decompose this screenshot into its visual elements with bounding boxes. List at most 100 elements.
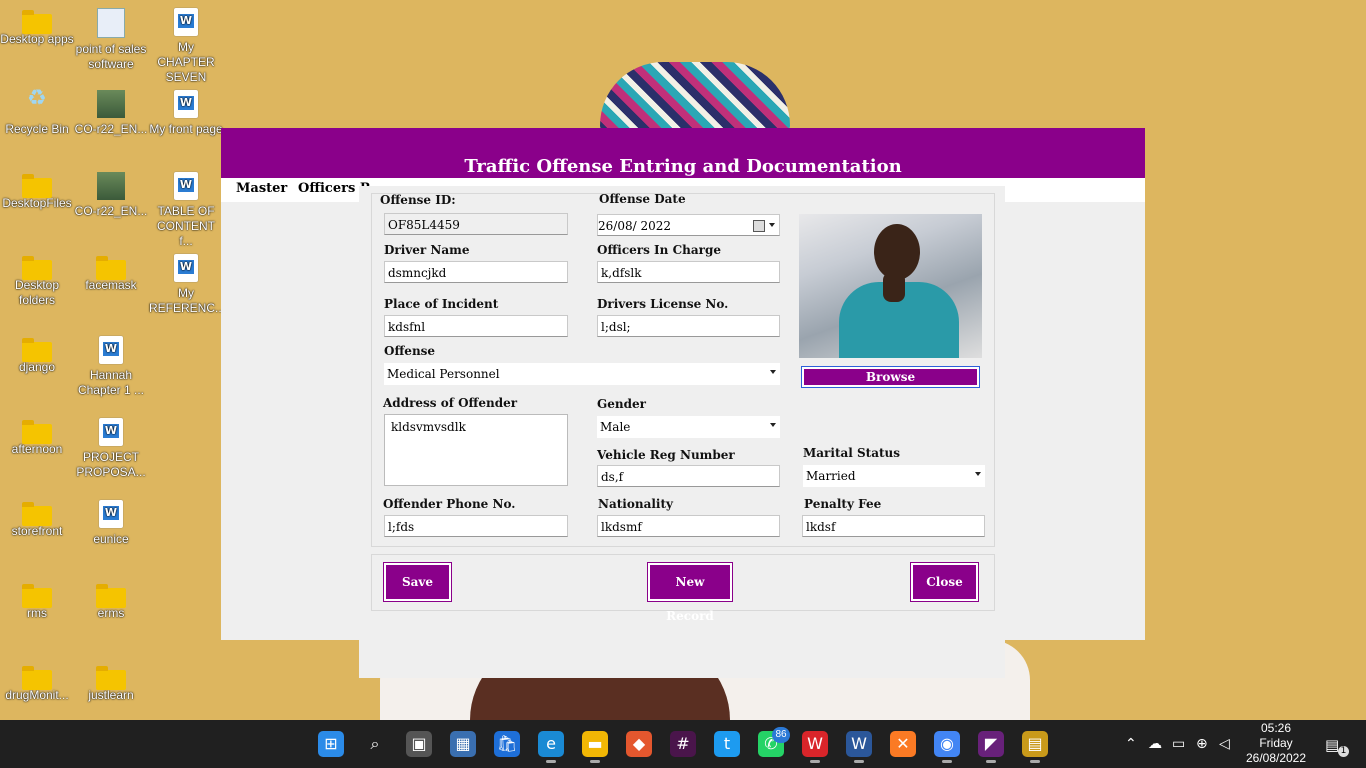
desktop-icon-label: My REFERENC... (149, 286, 226, 315)
desktop-icon-17[interactable]: eunice (74, 500, 148, 547)
globe-icon[interactable]: ⊕ (1196, 736, 1208, 752)
desktop-icon-16[interactable]: storefront (0, 500, 74, 539)
desktop-icon-5[interactable]: My front page (149, 90, 223, 137)
desktop-icon-21[interactable]: justlearn (74, 664, 148, 703)
chevron-up-icon[interactable]: ⌃ (1125, 736, 1137, 752)
git-icon[interactable]: ◆ (626, 731, 652, 757)
nationality-label: Nationality (598, 497, 673, 511)
desktop-icon-label: Desktop apps (0, 32, 74, 46)
desktop-icon-14[interactable]: afternoon (0, 418, 74, 457)
edge-icon[interactable]: e (538, 731, 564, 757)
desktop-icon-0[interactable]: Desktop apps (0, 8, 74, 47)
cloud-icon[interactable]: ☁ (1148, 736, 1162, 752)
folder-icon (22, 10, 52, 34)
visual-studio-icon[interactable]: ◤ (978, 731, 1004, 757)
place-of-incident-label: Place of Incident (384, 297, 499, 311)
desktop-icon-label: point of sales software (75, 42, 147, 71)
desktop-icon-label: django (18, 360, 56, 374)
offense-date-picker[interactable]: 26/08/ 2022 (597, 214, 780, 236)
traffic-offense-window: Master Officers R Traffic Offense Entrin… (221, 128, 1145, 678)
browse-button[interactable]: Browse (801, 366, 980, 388)
drivers-license-field[interactable]: l;dsl; (597, 315, 780, 337)
save-button[interactable]: Save (383, 562, 452, 602)
task-view-icon[interactable]: ▣ (406, 731, 432, 757)
chevron-down-icon[interactable] (975, 472, 981, 476)
phone-field[interactable]: l;fds (384, 515, 568, 537)
folder-icon (22, 584, 52, 608)
offense-select[interactable]: Medical Personnel (384, 363, 780, 385)
wps-office-icon[interactable]: W (802, 731, 828, 757)
driver-name-label: Driver Name (384, 243, 470, 257)
penalty-fee-label: Penalty Fee (804, 497, 882, 511)
desktop-icon-9[interactable]: Desktop folders (0, 254, 74, 308)
slack-icon[interactable]: # (670, 731, 696, 757)
officers-in-charge-field[interactable]: k,dfslk (597, 261, 780, 283)
desktop-icon-20[interactable]: drugMonit... (0, 664, 74, 703)
marital-status-label: Marital Status (803, 446, 901, 460)
close-button[interactable]: Close (910, 562, 979, 602)
desktop-icon-label: afternoon (11, 442, 63, 456)
running-indicator (942, 760, 952, 763)
chrome-icon[interactable]: ◉ (934, 731, 960, 757)
nationality-field[interactable]: lkdsmf (597, 515, 780, 537)
desktop-icon-6[interactable]: DesktopFiles (0, 172, 74, 211)
file-explorer-icon[interactable]: ▬ (582, 731, 608, 757)
desktop-icon-2[interactable]: My CHAPTER SEVEN (149, 8, 223, 85)
chevron-down-icon[interactable] (770, 423, 776, 427)
address-textarea[interactable]: kldsvmvsdlk (384, 414, 568, 486)
marital-status-value: Married (806, 469, 856, 483)
speaker-icon[interactable]: ◁ (1219, 736, 1230, 752)
desktop-icon-7[interactable]: CO-r22_EN... (74, 172, 148, 219)
twitter-icon[interactable]: t (714, 731, 740, 757)
running-app-icon[interactable]: ▤ (1022, 731, 1048, 757)
desktop-icon-12[interactable]: django (0, 336, 74, 375)
search-icon[interactable]: ⌕ (362, 731, 388, 757)
running-indicator (546, 760, 556, 763)
gender-select[interactable]: Male (597, 416, 780, 438)
word-icon (174, 254, 198, 282)
folder-icon (96, 666, 126, 690)
desktop-icon-label: Hannah Chapter 1 ... (77, 368, 145, 397)
battery-icon[interactable]: ▭ (1172, 736, 1185, 752)
driver-name-field[interactable]: dsmncjkd (384, 261, 568, 283)
running-indicator (854, 760, 864, 763)
vehicle-reg-field[interactable]: ds,f (597, 465, 780, 487)
desktop-icon-13[interactable]: Hannah Chapter 1 ... (74, 336, 148, 398)
desktop-icon-18[interactable]: rms (0, 582, 74, 621)
offense-id-field[interactable]: OF85L4459 (384, 213, 568, 235)
desktop-icon-19[interactable]: erms (74, 582, 148, 621)
microsoft-store-icon[interactable]: 🛍 (494, 731, 520, 757)
new-record-button[interactable]: New Record (647, 562, 733, 623)
desktop-icon-3[interactable]: Recycle Bin (0, 90, 74, 137)
chevron-down-icon[interactable] (769, 223, 775, 227)
desktop-icon-4[interactable]: CO-r22_EN... (74, 90, 148, 137)
word-icon[interactable]: W (846, 731, 872, 757)
desktop-icon-label: drugMonit... (5, 688, 69, 702)
windows-start-icon[interactable]: ⊞ (318, 731, 344, 757)
photo-icon (97, 90, 125, 118)
chevron-down-icon[interactable] (770, 370, 776, 374)
desktop-icon-8[interactable]: TABLE OF CONTENT f... (149, 172, 223, 249)
desktop-icon-label: PROJECT PROPOSA... (76, 450, 146, 479)
whatsapp-badge: 86 (772, 727, 790, 743)
desktop-icon-1[interactable]: point of sales software (74, 8, 148, 72)
taskbar-clock[interactable]: 05:26 Friday 26/08/2022 (1240, 721, 1312, 766)
desktop-icon-15[interactable]: PROJECT PROPOSA... (74, 418, 148, 480)
menu-master[interactable]: Master (236, 181, 287, 196)
desktop-icon-label: CO-r22_EN... (74, 122, 148, 136)
xampp-icon[interactable]: ✕ (890, 731, 916, 757)
place-of-incident-field[interactable]: kdsfnl (384, 315, 568, 337)
drivers-license-label: Drivers License No. (597, 297, 729, 311)
running-indicator (590, 760, 600, 763)
desktop-icon-label: My CHAPTER SEVEN (157, 40, 215, 84)
desktop-icon-10[interactable]: facemask (74, 254, 148, 293)
desktop-icon-11[interactable]: My REFERENC... (149, 254, 226, 316)
word-icon (174, 172, 198, 200)
notification-count: 1 (1338, 746, 1349, 757)
widgets-icon[interactable]: ▦ (450, 731, 476, 757)
penalty-fee-field[interactable]: lkdsf (802, 515, 985, 537)
phone-label: Offender Phone No. (383, 497, 516, 511)
calendar-icon[interactable] (753, 220, 765, 232)
word-icon (99, 500, 123, 528)
marital-status-select[interactable]: Married (803, 465, 985, 487)
